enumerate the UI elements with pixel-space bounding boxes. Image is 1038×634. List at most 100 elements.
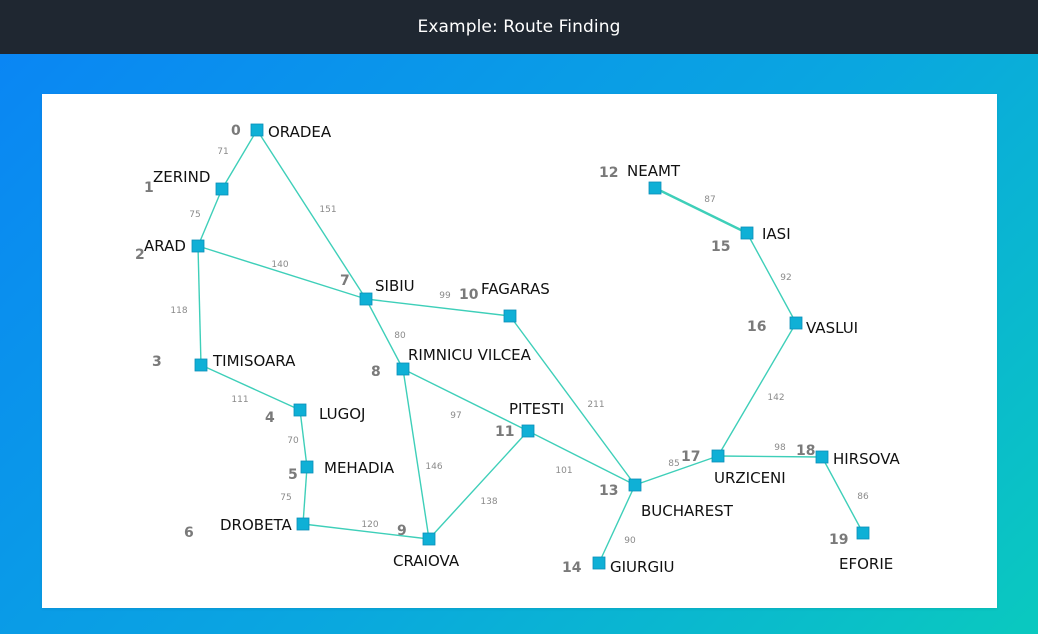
edge-weight-5-6: 75 xyxy=(280,493,291,503)
graph-node-9[interactable]: CRAIOVA 9 xyxy=(393,523,460,570)
node-id: 19 xyxy=(829,532,848,548)
edge-weight-1-2: 75 xyxy=(189,210,200,220)
node-marker[interactable] xyxy=(740,226,754,240)
node-label: RIMNICU VILCEA xyxy=(408,346,532,364)
edge-weight-0-7: 151 xyxy=(319,205,336,215)
node-label: ZERIND xyxy=(153,168,210,186)
edge-weight-4-5: 70 xyxy=(287,436,299,446)
edge-4-5 xyxy=(299,409,308,468)
node-marker[interactable] xyxy=(250,123,264,137)
node-id: 6 xyxy=(184,525,194,541)
node-marker[interactable] xyxy=(856,526,870,540)
node-id: 14 xyxy=(562,560,582,576)
edge-1-2 xyxy=(197,188,223,247)
node-id: 1 xyxy=(144,180,154,196)
edge-8-9 xyxy=(402,368,430,540)
node-label: FAGARAS xyxy=(481,280,550,298)
node-label: MEHADIA xyxy=(324,459,395,477)
node-id: 2 xyxy=(135,247,145,263)
node-id: 15 xyxy=(711,239,730,255)
node-label: DROBETA xyxy=(220,516,293,534)
node-label: BUCHAREST xyxy=(641,502,734,520)
node-label: ORADEA xyxy=(268,123,332,141)
node-id: 8 xyxy=(371,364,381,380)
edge-weight-9-11: 138 xyxy=(480,497,497,507)
graph-node-19[interactable]: EFORIE 19 xyxy=(829,526,893,573)
node-marker[interactable] xyxy=(789,316,803,330)
node-label: ARAD xyxy=(144,237,186,255)
nodes-layer: ORADEA 0 ZERIND1 ARAD2 TIMISOARA 3 LUGOJ 4 MEHAD… xyxy=(135,123,900,576)
node-label: GIURGIU xyxy=(610,558,674,576)
node-marker[interactable] xyxy=(194,358,208,372)
graph-node-0[interactable]: ORADEA 0 xyxy=(231,123,332,141)
edge-weight-17-18: 98 xyxy=(774,443,786,453)
node-marker[interactable] xyxy=(293,403,307,417)
node-marker[interactable] xyxy=(300,460,314,474)
edge-2-3 xyxy=(197,245,202,366)
node-id: 11 xyxy=(495,424,514,440)
node-label: NEAMT xyxy=(627,162,681,180)
edge-weight-15-12: 87 xyxy=(704,195,715,205)
graph-node-1[interactable]: ZERIND1 xyxy=(144,168,229,196)
edge-weight-13-14: 90 xyxy=(624,536,636,546)
graph-node-2[interactable]: ARAD2 xyxy=(135,237,205,263)
edge-17-16 xyxy=(717,322,797,457)
node-marker[interactable] xyxy=(628,478,642,492)
edge-weight-2-7: 140 xyxy=(271,260,288,270)
edge-15-12 xyxy=(654,186,748,235)
top-bar: Example: Route Finding xyxy=(0,0,1038,54)
node-marker[interactable] xyxy=(296,517,310,531)
node-marker[interactable] xyxy=(815,450,829,464)
node-id: 16 xyxy=(747,319,766,335)
edge-weight-16-15: 92 xyxy=(780,273,791,283)
node-id: 3 xyxy=(152,354,162,370)
edge-7-10 xyxy=(365,298,511,317)
node-label: IASI xyxy=(762,225,791,243)
node-id: 4 xyxy=(265,410,275,426)
edge-weight-13-17: 85 xyxy=(668,459,679,469)
node-id: 10 xyxy=(459,287,479,303)
node-id: 18 xyxy=(796,443,815,459)
graph-node-4[interactable]: LUGOJ 4 xyxy=(265,403,365,426)
node-marker[interactable] xyxy=(648,181,662,195)
node-marker[interactable] xyxy=(422,532,436,546)
node-marker[interactable] xyxy=(191,239,205,253)
edge-11-13 xyxy=(527,430,636,486)
graph-node-16[interactable]: VASLUI 16 xyxy=(747,316,858,337)
graph-node-12[interactable]: NEAMT 12 xyxy=(599,162,681,195)
node-label: URZICENI xyxy=(714,469,786,487)
node-label: EFORIE xyxy=(839,555,893,573)
edge-5-6 xyxy=(302,466,308,525)
graph-node-10[interactable]: FAGARAS10 xyxy=(459,280,550,323)
edge-weight-11-13: 101 xyxy=(555,466,572,476)
edge-weight-2-3: 118 xyxy=(170,306,187,316)
graph-node-5[interactable]: MEHADIA 5 xyxy=(288,459,395,483)
edge-weight-8-9: 146 xyxy=(425,462,442,472)
node-id: 17 xyxy=(681,449,700,465)
node-marker[interactable] xyxy=(396,362,410,376)
edge-weight-18-19: 86 xyxy=(857,492,869,502)
node-id: 7 xyxy=(340,273,350,289)
graph-node-18[interactable]: HIRSOVA 18 xyxy=(796,443,900,468)
node-marker[interactable] xyxy=(503,309,517,323)
node-label: VASLUI xyxy=(806,319,858,337)
node-marker[interactable] xyxy=(359,292,373,306)
graph-node-17[interactable]: URZICENI 17 xyxy=(681,449,786,487)
graph-node-14[interactable]: GIURGIU 14 xyxy=(562,556,674,576)
node-id: 13 xyxy=(599,483,618,499)
node-marker[interactable] xyxy=(711,449,725,463)
node-marker[interactable] xyxy=(521,424,535,438)
edge-weight-10-13: 211 xyxy=(587,400,604,410)
edge-3-4 xyxy=(200,364,301,411)
graph-canvas: 71 75 151 140 118 111 70 75 120 99 80 97 146 138 101 21… xyxy=(42,94,997,608)
node-label: LUGOJ xyxy=(319,405,365,423)
node-id: 12 xyxy=(599,165,618,181)
graph-node-3[interactable]: TIMISOARA 3 xyxy=(152,352,296,372)
node-label: SIBIU xyxy=(375,277,415,295)
edge-9-11 xyxy=(428,430,529,540)
node-marker[interactable] xyxy=(592,556,606,570)
node-marker[interactable] xyxy=(215,182,229,196)
graph-node-8[interactable]: RIMNICU VILCEA 8 xyxy=(371,346,532,380)
graph-node-6[interactable]: DROBETA 6 xyxy=(184,516,310,541)
edge-weight-6-9: 120 xyxy=(361,520,378,530)
